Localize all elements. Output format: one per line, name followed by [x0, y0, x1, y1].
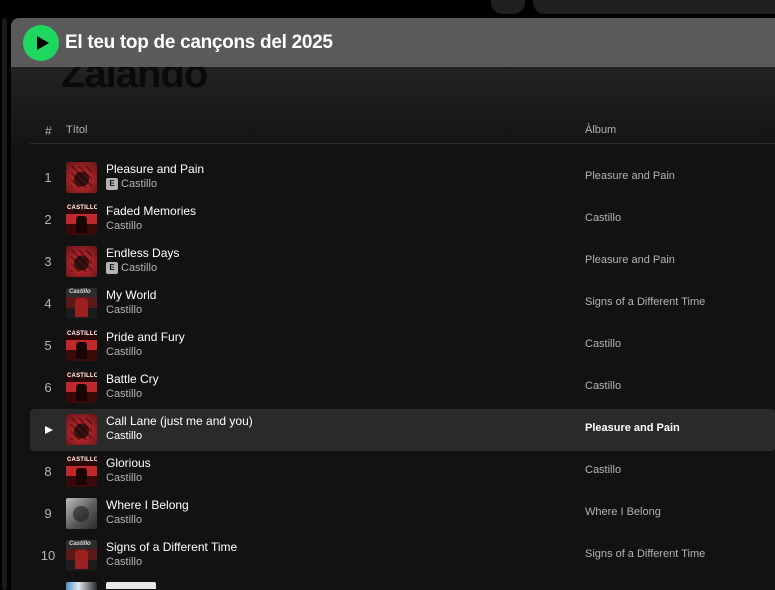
track-title[interactable]: Signs of a Different Time — [106, 540, 237, 554]
artist-line: Castillo — [106, 220, 142, 232]
play-icon — [36, 35, 49, 50]
track-title[interactable]: My World — [106, 288, 156, 302]
artist-line: Castillo — [106, 472, 142, 484]
track-artist[interactable]: Castillo — [106, 346, 142, 358]
track-title[interactable]: Call Lane (just me and you) — [106, 414, 253, 428]
track-artist[interactable]: Castillo — [106, 556, 142, 568]
track-artist[interactable]: Castillo — [121, 262, 157, 274]
track-title[interactable]: Endless Days — [106, 246, 179, 260]
track-album[interactable]: Signs of a Different Time — [585, 548, 705, 560]
left-sidebar-edge — [0, 18, 11, 590]
track-number: 6 — [44, 380, 52, 395]
cover-text: CASTILLO — [67, 205, 97, 211]
track-number: 10 — [40, 548, 56, 563]
track-row[interactable]: 2 CASTILLO Faded Memories Castillo Castillo — [30, 199, 775, 241]
track-number: 9 — [44, 506, 52, 521]
explicit-badge: E — [106, 262, 118, 274]
cover-text: Castillo — [69, 541, 91, 547]
track-album[interactable]: Castillo — [585, 380, 621, 392]
search-bar[interactable] — [533, 0, 775, 14]
track-number: 5 — [44, 338, 52, 353]
track-row[interactable]: 4 Castillo My World Castillo Signs of a Diff… — [30, 283, 775, 325]
track-title[interactable]: Glorious — [106, 456, 151, 470]
artist-line: E Castillo — [106, 262, 157, 274]
track-number: 1 — [44, 170, 52, 185]
track-number: 4 — [44, 296, 52, 311]
column-album[interactable]: Àlbum — [585, 124, 616, 136]
track-row[interactable]: 10 Castillo Signs of a Different Time Casti… — [30, 535, 775, 577]
album-cover: Castillo — [66, 288, 97, 319]
track-title[interactable]: Pride and Fury — [106, 330, 185, 344]
track-number: 3 — [44, 254, 52, 269]
track-title[interactable]: Pleasure and Pain — [106, 162, 204, 176]
sticky-header: El teu top de cançons del 2025 — [11, 18, 775, 67]
artist-line: Castillo — [106, 430, 142, 442]
track-album[interactable]: Castillo — [585, 464, 621, 476]
track-title[interactable]: Battle Cry — [106, 372, 159, 386]
column-title[interactable]: Títol — [66, 124, 87, 136]
artist-line: Castillo — [106, 556, 142, 568]
track-artist[interactable]: Castillo — [121, 178, 157, 190]
track-artist[interactable]: Castillo — [106, 430, 142, 442]
track-album[interactable]: Signs of a Different Time — [585, 296, 705, 308]
track-artist[interactable]: Castillo — [106, 514, 142, 526]
album-cover: Castillo — [66, 540, 97, 571]
track-row[interactable]: 1 Pleasure and Pain E Castillo Pleasure and … — [30, 157, 775, 199]
album-cover — [66, 162, 97, 193]
track-artist[interactable]: Castillo — [106, 472, 142, 484]
track-row[interactable]: 5 CASTILLO Pride and Fury Castillo Castillo — [30, 325, 775, 367]
track-number: 8 — [44, 464, 52, 479]
top-bar — [0, 0, 775, 18]
album-cover — [66, 414, 97, 445]
column-number: # — [45, 124, 52, 138]
album-cover — [66, 246, 97, 277]
track-album[interactable]: Pleasure and Pain — [585, 254, 675, 266]
cover-text: Castillo — [69, 289, 91, 295]
track-title[interactable]: Faded Memories — [106, 204, 196, 218]
page-title: El teu top de cançons del 2025 — [65, 31, 333, 53]
track-artist[interactable]: Castillo — [106, 220, 142, 232]
track-album[interactable]: Castillo — [585, 212, 621, 224]
artist-line: Castillo — [106, 514, 142, 526]
sidebar-scrollbar[interactable] — [2, 18, 7, 590]
cover-text: CASTILLO — [67, 457, 97, 463]
track-number: 2 — [44, 212, 52, 227]
track-album[interactable]: Where I Belong — [585, 506, 661, 518]
artist-line: Castillo — [106, 346, 142, 358]
track-title[interactable]: Where I Belong — [106, 498, 189, 512]
album-cover — [66, 582, 97, 590]
cover-text: CASTILLO — [67, 373, 97, 379]
album-cover: CASTILLO — [66, 456, 97, 487]
track-row[interactable]: 8 CASTILLO Glorious Castillo Castillo — [30, 451, 775, 493]
explicit-badge: E — [106, 178, 118, 190]
track-row[interactable]: 9 Where I Belong Castillo Where I Belong — [30, 493, 775, 535]
album-cover — [66, 498, 97, 529]
cover-text: CASTILLO — [67, 331, 97, 337]
grid-view-button[interactable] — [491, 0, 525, 14]
track-artist[interactable]: Castillo — [106, 304, 142, 316]
track-album[interactable]: Castillo — [585, 338, 621, 350]
album-cover: CASTILLO — [66, 330, 97, 361]
tracklist-header: # Títol Àlbum — [30, 118, 775, 144]
play-icon[interactable] — [45, 426, 53, 434]
track-row[interactable]: Call Lane (just me and you) Castillo Pleas… — [30, 409, 775, 451]
track-album[interactable]: Pleasure and Pain — [585, 422, 680, 434]
artist-line: Castillo — [106, 304, 142, 316]
play-button[interactable] — [23, 24, 59, 61]
artist-line: E Castillo — [106, 178, 157, 190]
track-album[interactable]: Pleasure and Pain — [585, 170, 675, 182]
track-title-partial — [106, 582, 156, 589]
track-row[interactable]: 3 Endless Days E Castillo Pleasure and Pain — [30, 241, 775, 283]
artist-line: Castillo — [106, 388, 142, 400]
playlist-panel: Zalando El teu top de cançons del 2025 #… — [11, 18, 775, 590]
album-cover: CASTILLO — [66, 372, 97, 403]
tracklist: 1 Pleasure and Pain E Castillo Pleasure and … — [30, 157, 775, 590]
album-cover: CASTILLO — [66, 204, 97, 235]
track-artist[interactable]: Castillo — [106, 388, 142, 400]
track-row[interactable]: 6 CASTILLO Battle Cry Castillo Castillo — [30, 367, 775, 409]
track-row[interactable] — [30, 577, 775, 590]
